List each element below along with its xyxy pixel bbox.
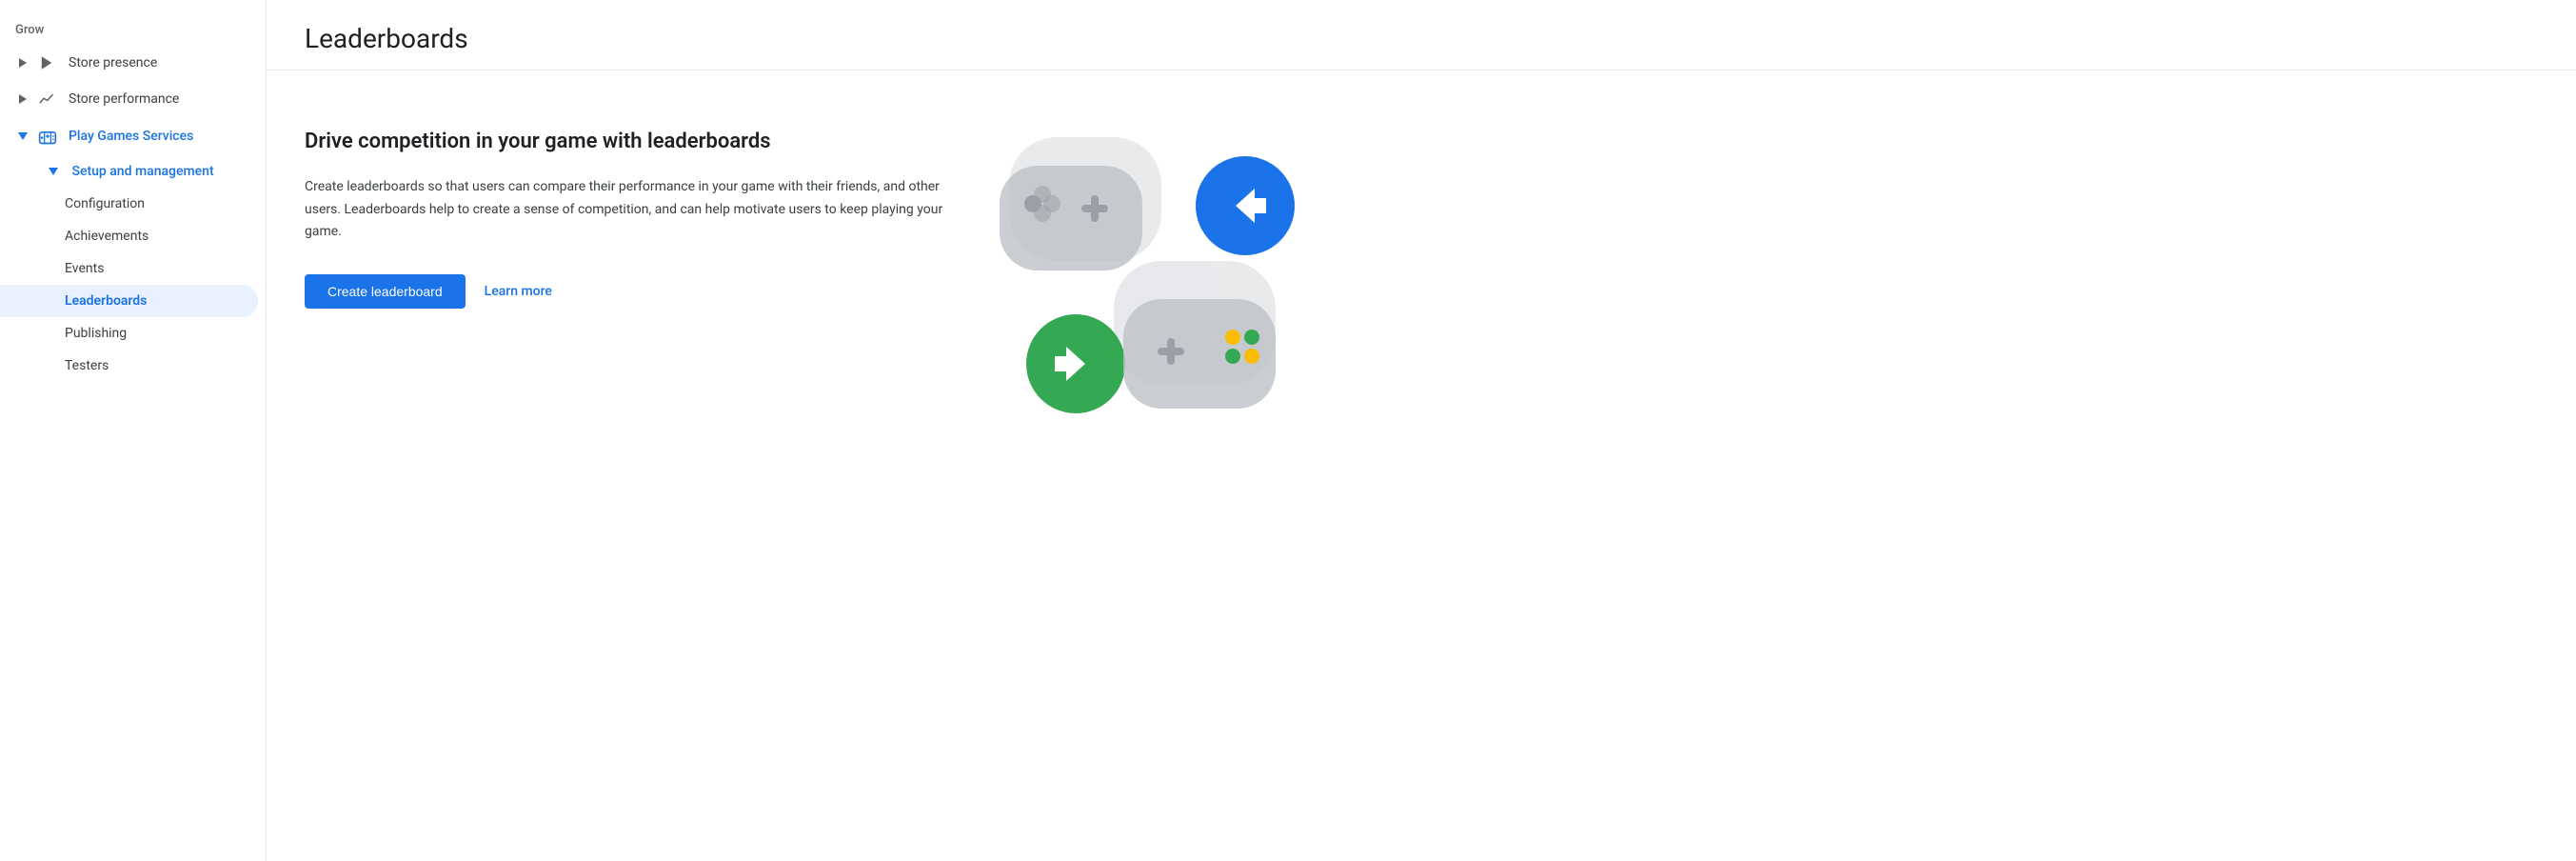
leaderboard-illustration bbox=[990, 128, 1295, 451]
expand-icon-play-games-services bbox=[15, 129, 30, 144]
sidebar-item-events[interactable]: Events bbox=[0, 252, 258, 285]
expand-icon-setup-management bbox=[46, 164, 61, 179]
store-presence-icon bbox=[38, 54, 57, 71]
sidebar-item-label-configuration: Configuration bbox=[65, 196, 145, 211]
expand-icon-store-presence bbox=[15, 55, 30, 70]
sidebar-item-label-leaderboards: Leaderboards bbox=[65, 293, 147, 309]
sidebar-item-label-testers: Testers bbox=[65, 358, 109, 373]
sidebar-item-label-play-games-services: Play Games Services bbox=[69, 129, 193, 144]
sidebar-item-publishing[interactable]: Publishing bbox=[0, 317, 258, 350]
page-title: Leaderboards bbox=[305, 23, 2538, 54]
sidebar: Grow Store presence Store performance bbox=[0, 0, 267, 861]
sidebar-item-label-achievements: Achievements bbox=[65, 229, 149, 244]
sidebar-item-achievements[interactable]: Achievements bbox=[0, 220, 258, 252]
sidebar-item-label-publishing: Publishing bbox=[65, 326, 127, 341]
create-leaderboard-button[interactable]: Create leaderboard bbox=[305, 274, 466, 309]
sidebar-item-configuration[interactable]: Configuration bbox=[0, 188, 258, 220]
sidebar-item-store-presence[interactable]: Store presence bbox=[0, 45, 258, 81]
sidebar-item-label-store-performance: Store performance bbox=[69, 91, 179, 107]
main-content: Leaderboards Drive competition in your g… bbox=[267, 0, 2576, 861]
content-description: Create leaderboards so that users can co… bbox=[305, 176, 952, 244]
sidebar-item-leaderboards[interactable]: Leaderboards bbox=[0, 285, 258, 317]
sidebar-item-label-events: Events bbox=[65, 261, 104, 276]
sidebar-item-label-store-presence: Store presence bbox=[69, 55, 157, 70]
sidebar-item-testers[interactable]: Testers bbox=[0, 350, 258, 382]
learn-more-link[interactable]: Learn more bbox=[485, 284, 552, 299]
illustration-area bbox=[990, 128, 1295, 451]
sidebar-item-setup-management[interactable]: Setup and management bbox=[0, 155, 258, 188]
sidebar-item-label-setup-management: Setup and management bbox=[71, 164, 213, 179]
sidebar-item-store-performance[interactable]: Store performance bbox=[0, 81, 258, 117]
page-header: Leaderboards bbox=[267, 0, 2576, 70]
play-games-services-icon bbox=[38, 127, 57, 146]
store-performance-icon bbox=[38, 90, 57, 108]
sidebar-item-play-games-services[interactable]: Play Games Services bbox=[0, 117, 258, 155]
expand-icon-store-performance bbox=[15, 91, 30, 107]
sidebar-section-grow: Grow bbox=[0, 15, 266, 45]
content-area: Drive competition in your game with lead… bbox=[267, 70, 2576, 490]
actions-row: Create leaderboard Learn more bbox=[305, 274, 952, 309]
content-heading: Drive competition in your game with lead… bbox=[305, 128, 952, 157]
content-left: Drive competition in your game with lead… bbox=[305, 128, 952, 309]
